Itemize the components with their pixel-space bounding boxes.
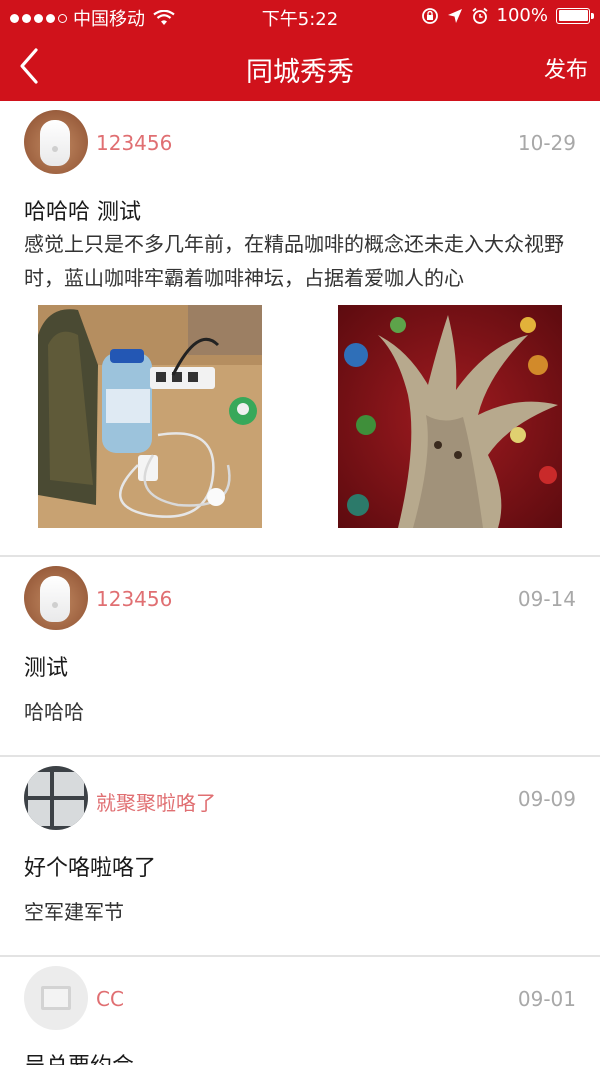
- author-name[interactable]: CC: [96, 987, 124, 1011]
- orientation-lock-icon: [421, 7, 438, 24]
- post-card[interactable]: 就聚聚啦咯了 09-09 好个咯啦咯了 空军建军节: [0, 757, 600, 957]
- post-title: 测试: [24, 656, 69, 681]
- post-card[interactable]: CC 09-01 吴总要约会: [0, 957, 600, 1065]
- author-name[interactable]: 123456: [96, 131, 172, 155]
- desk-cables-photo: [38, 305, 262, 528]
- post-date: 10-29: [517, 131, 576, 155]
- battery-percentage: 100%: [496, 5, 548, 26]
- app-header: 中国移动 下午5:22 100% 同城秀秀 发布: [0, 0, 600, 101]
- navigation-bar: 同城秀秀 发布: [0, 32, 600, 101]
- post-image[interactable]: [338, 305, 562, 528]
- post-body: 哈哈哈: [24, 700, 84, 724]
- publish-button[interactable]: 发布: [544, 52, 588, 84]
- post-title: 哈哈哈 测试: [24, 200, 141, 225]
- image-placeholder-icon: [41, 986, 71, 1010]
- fantasy-tree-illustration: [338, 305, 562, 528]
- author-name[interactable]: 就聚聚啦咯了: [96, 787, 216, 816]
- post-feed: 123456 10-29 哈哈哈 测试 感觉上只是不多几年前，在精品咖啡的概念还…: [0, 101, 600, 1065]
- post-date: 09-14: [517, 587, 576, 611]
- post-title: 好个咯啦咯了: [24, 856, 157, 881]
- author-name[interactable]: 123456: [96, 587, 172, 611]
- post-body: 空军建军节: [24, 900, 124, 924]
- post-card[interactable]: 123456 09-14 测试 哈哈哈: [0, 557, 600, 757]
- location-arrow-icon: [447, 8, 462, 23]
- alarm-clock-icon: [471, 7, 488, 24]
- avatar[interactable]: [24, 110, 88, 174]
- status-bar: 中国移动 下午5:22 100%: [0, 0, 600, 32]
- post-date: 09-09: [517, 787, 576, 811]
- status-right: 100%: [421, 5, 594, 26]
- post-title: 吴总要约会: [24, 1048, 134, 1065]
- post-card[interactable]: 123456 10-29 哈哈哈 测试 感觉上只是不多几年前，在精品咖啡的概念还…: [0, 101, 600, 557]
- avatar[interactable]: [24, 766, 88, 830]
- post-body: 感觉上只是不多几年前，在精品咖啡的概念还未走入大众视野时，蓝山咖啡牢霸着咖啡神坛…: [24, 232, 564, 290]
- battery-icon: [556, 7, 594, 24]
- avatar[interactable]: [24, 566, 88, 630]
- page-title: 同城秀秀: [246, 57, 354, 88]
- avatar[interactable]: [24, 966, 88, 1030]
- post-date: 09-01: [517, 987, 576, 1011]
- post-image[interactable]: [38, 305, 262, 528]
